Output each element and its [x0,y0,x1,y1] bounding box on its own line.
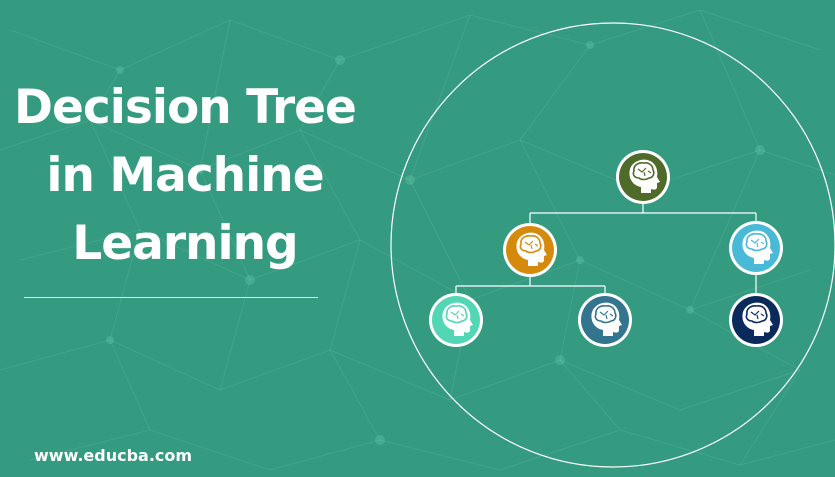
decision-tree-diagram [390,22,835,468]
tree-node-left-left [429,293,483,347]
tree-node-root [616,150,670,204]
tree-node-left [503,223,557,277]
tree-node-right-child [729,293,783,347]
tree-connectors [455,203,757,294]
tree-node-right [729,221,783,275]
tree-node-left-right [578,293,632,347]
